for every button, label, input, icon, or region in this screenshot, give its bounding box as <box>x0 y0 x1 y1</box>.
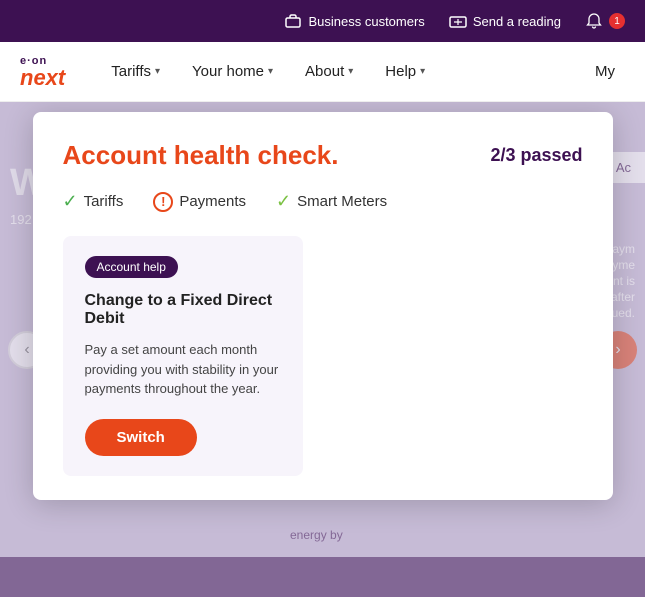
check-payments: ! Payments <box>153 192 246 212</box>
nav-tariffs-label: Tariffs <box>111 63 151 80</box>
business-customers-link[interactable]: Business customers <box>284 12 424 30</box>
check-warn-icon: ! <box>153 192 173 212</box>
modal-header: Account health check. 2/3 passed <box>63 140 583 171</box>
nav-right: My <box>585 63 625 80</box>
check-tariffs-label: Tariffs <box>84 193 124 210</box>
chevron-down-icon: ▾ <box>348 66 353 77</box>
account-help-card: Account help Change to a Fixed Direct De… <box>63 236 303 476</box>
modal-passed: 2/3 passed <box>490 145 582 166</box>
nav-your-home-label: Your home <box>192 63 264 80</box>
chevron-down-icon: ▾ <box>155 66 160 77</box>
nav-your-home[interactable]: Your home ▾ <box>176 42 289 102</box>
main-background: We 192 G Ac ‹ › t paym payme ment is s a… <box>0 102 645 597</box>
bell-icon <box>585 12 603 30</box>
account-health-modal: Account health check. 2/3 passed ✓ Tarif… <box>33 112 613 500</box>
send-reading-label: Send a reading <box>473 14 561 29</box>
check-tariffs: ✓ Tariffs <box>63 191 124 212</box>
modal-title: Account health check. <box>63 140 339 171</box>
top-bar: Business customers Send a reading 1 <box>0 0 645 42</box>
nav-my[interactable]: My <box>585 63 625 80</box>
nav-tariffs[interactable]: Tariffs ▾ <box>95 42 176 102</box>
nav-bar: e·on next Tariffs ▾ Your home ▾ About ▾ … <box>0 42 645 102</box>
check-smart-meters-label: Smart Meters <box>297 193 387 210</box>
notification-count: 1 <box>609 13 625 29</box>
nav-about-label: About <box>305 63 344 80</box>
chevron-down-icon: ▾ <box>420 66 425 77</box>
nav-help[interactable]: Help ▾ <box>369 42 441 102</box>
notification-bell[interactable]: 1 <box>585 12 625 30</box>
check-items-row: ✓ Tariffs ! Payments ✓ Smart Meters <box>63 191 583 212</box>
logo[interactable]: e·on next <box>20 55 65 89</box>
logo-next: next <box>20 67 65 89</box>
card-title: Change to a Fixed Direct Debit <box>85 292 281 328</box>
check-payments-label: Payments <box>179 193 246 210</box>
check-smart-meters: ✓ Smart Meters <box>276 191 387 212</box>
card-desc: Pay a set amount each month providing yo… <box>85 340 281 399</box>
meter-icon <box>449 12 467 30</box>
send-reading-link[interactable]: Send a reading <box>449 12 561 30</box>
card-tag: Account help <box>85 256 178 278</box>
chevron-down-icon: ▾ <box>268 66 273 77</box>
check-ok-icon-2: ✓ <box>276 191 291 212</box>
briefcase-icon <box>284 12 302 30</box>
switch-button[interactable]: Switch <box>85 419 197 456</box>
business-customers-label: Business customers <box>308 14 424 29</box>
nav-about[interactable]: About ▾ <box>289 42 369 102</box>
modal-overlay: Account health check. 2/3 passed ✓ Tarif… <box>0 102 645 597</box>
check-ok-icon: ✓ <box>63 191 78 212</box>
nav-help-label: Help <box>385 63 416 80</box>
